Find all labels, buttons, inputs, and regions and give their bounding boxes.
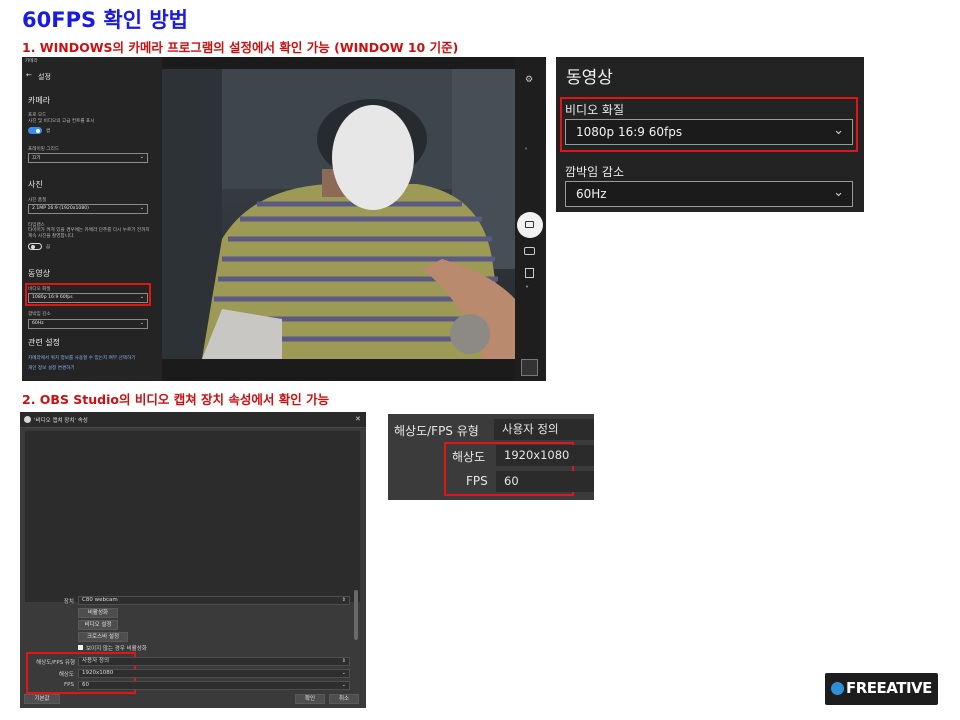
chevron-down-icon: ⌄ <box>139 320 144 326</box>
grid-dropdown[interactable]: 끄기 ⌄ <box>28 153 148 163</box>
chevron-down-icon: ⌄ <box>833 123 844 138</box>
video-record-button[interactable] <box>517 212 543 238</box>
zoom-fps-label: FPS <box>466 474 488 488</box>
resolution-label: 해상도 <box>58 672 74 678</box>
ok-button[interactable]: 확인 <box>295 694 325 704</box>
photo-heading: 사진 <box>28 180 43 189</box>
pro-mode-desc: 사진 및 비디오의 고급 컨트롤 표시 <box>28 119 95 124</box>
face-blur-circle <box>332 105 414 210</box>
video-camera-icon <box>525 221 534 228</box>
related-heading: 관련 설정 <box>28 338 60 347</box>
step2-caption: 2. OBS Studio의 비디오 캡쳐 장치 속성에서 확인 가능 <box>22 392 330 407</box>
chevron-down-icon: ⌄ <box>139 294 144 300</box>
zoom-res-type-field[interactable]: 사용자 정의 <box>494 419 594 440</box>
obs-title-bar: '비디오 캡쳐 장치' 속성 ✕ <box>20 412 366 428</box>
flicker-dropdown[interactable]: 60Hz ⌄ <box>28 319 148 329</box>
zoom-video-quality-dropdown[interactable]: 1080p 16:9 60fps ⌄ <box>565 119 853 145</box>
camera-heading: 카메라 <box>28 96 51 105</box>
pro-mode-state: 켬 <box>46 129 51 134</box>
zoom-fps-field[interactable]: 60 <box>496 471 594 492</box>
settings-gear-icon[interactable]: ⚙ <box>525 75 533 85</box>
freeative-logo: FREEATIVE <box>825 673 938 705</box>
timelapse-state: 끔 <box>46 245 51 250</box>
chevron-down-icon: ⌄ <box>833 185 844 200</box>
back-icon[interactable]: ← <box>26 71 32 79</box>
grid-label: 프레이밍 그리드 <box>28 147 60 152</box>
photo-quality-label: 사진 품질 <box>28 198 47 203</box>
camera-preview-image <box>162 69 515 359</box>
zoom-flicker-dropdown[interactable]: 60Hz ⌄ <box>565 181 853 207</box>
spinner-icon: ⇕ <box>341 658 346 664</box>
video-heading: 동영상 <box>28 269 51 278</box>
res-type-select[interactable]: 사용자 정의 ⇕ <box>78 657 350 666</box>
obs-window-title: '비디오 캡쳐 장치' 속성 <box>34 418 88 424</box>
chevron-up-icon[interactable]: ˄ <box>524 147 528 156</box>
chevron-down-icon: ⌄ <box>341 670 346 676</box>
timelapse-desc: 타이머가 켜져 있을 경우에는 카메라 단추를 다시 누르기 전까지 계속 사진… <box>28 228 150 239</box>
hide-checkbox[interactable] <box>78 645 83 650</box>
settings-title: 설정 <box>38 73 51 81</box>
flicker-label: 깜박임 감소 <box>28 312 51 317</box>
zoom-resolution-field[interactable]: 1920x1080 <box>496 445 594 466</box>
camera-settings-panel: 카메라 ← 설정 카메라 프로 모드 사진 및 비디오의 고급 컨트롤 표시 켬… <box>22 57 162 381</box>
deactivate-button[interactable]: 비활성화 <box>78 608 118 618</box>
zoom-resolution-label: 해상도 <box>452 450 486 464</box>
cancel-button[interactable]: 취소 <box>329 694 359 704</box>
document-scan-icon[interactable] <box>525 268 534 278</box>
obs-logo-icon <box>24 416 31 423</box>
zoom-video-heading: 동영상 <box>566 68 613 88</box>
zoom-flicker-label: 깜박임 감소 <box>565 165 625 179</box>
crossbar-settings-button[interactable]: 크로스바 설정 <box>78 632 128 642</box>
chevron-down-icon: ⌄ <box>341 682 346 688</box>
res-type-label: 해상도/FPS 유형 <box>36 660 75 666</box>
timelapse-toggle[interactable] <box>28 243 42 250</box>
video-quality-dropdown[interactable]: 1080p 16:9 60fps ⌄ <box>28 293 148 303</box>
fps-label: FPS <box>64 682 74 688</box>
video-settings-button[interactable]: 비디오 설정 <box>78 620 118 630</box>
camera-controls: ⚙ ˄ ˅ <box>515 57 546 381</box>
device-label: 장치 <box>63 599 74 605</box>
camera-window-title: 카메라 <box>25 59 38 64</box>
close-icon[interactable]: ✕ <box>355 415 361 423</box>
video-quality-label: 비디오 화질 <box>28 287 51 292</box>
zoom-res-type-label: 해상도/FPS 유형 <box>394 424 479 438</box>
camera-app-window: 카메라 ← 설정 카메라 프로 모드 사진 및 비디오의 고급 컨트롤 표시 켬… <box>22 57 546 381</box>
fps-select[interactable]: 60 ⌄ <box>78 681 350 690</box>
page-title: 60FPS 확인 방법 <box>22 8 188 32</box>
obs-properties-window: '비디오 캡쳐 장치' 속성 ✕ 장치 C80 webcam ⇕ 비활성화 비디오… <box>20 412 366 708</box>
gallery-thumbnail[interactable] <box>521 359 538 376</box>
obs-preview-area <box>25 431 360 602</box>
chevron-down-icon[interactable]: ˅ <box>525 285 529 294</box>
hide-checkbox-label: 보이지 않는 경우 비활성화 <box>86 646 147 652</box>
chevron-down-icon: ⌄ <box>139 154 144 160</box>
zoomed-video-settings: 동영상 비디오 화질 1080p 16:9 60fps ⌄ 깜박임 감소 60Hz… <box>556 57 864 212</box>
defaults-button[interactable]: 기본값 <box>24 694 60 704</box>
step1-caption: 1. WINDOWS의 카메라 프로그램의 설정에서 확인 가능 (WINDOW… <box>22 40 459 55</box>
pro-mode-toggle[interactable] <box>28 127 42 134</box>
zoomed-obs-fields: 해상도/FPS 유형 사용자 정의 해상도 1920x1080 FPS 60 <box>388 414 594 500</box>
logo-dot-icon <box>831 682 844 695</box>
privacy-link[interactable]: 개인 정보 설정 변경하기 <box>28 365 75 371</box>
scrollbar-thumb[interactable] <box>354 590 358 640</box>
device-select[interactable]: C80 webcam ⇕ <box>78 596 350 605</box>
spinner-icon: ⇕ <box>341 597 346 603</box>
photo-camera-icon[interactable] <box>524 247 535 255</box>
resolution-select[interactable]: 1920x1080 ⌄ <box>78 669 350 678</box>
photo-quality-dropdown[interactable]: 2.1MP 16:9 (1920x1080) ⌄ <box>28 204 148 214</box>
chevron-down-icon: ⌄ <box>139 205 144 211</box>
location-link[interactable]: 카메라에서 위치 정보를 사용할 수 있는지 여부 선택하기 <box>28 355 135 361</box>
logo-text: FREEATIVE <box>846 679 932 697</box>
zoom-video-quality-label: 비디오 화질 <box>565 103 625 117</box>
